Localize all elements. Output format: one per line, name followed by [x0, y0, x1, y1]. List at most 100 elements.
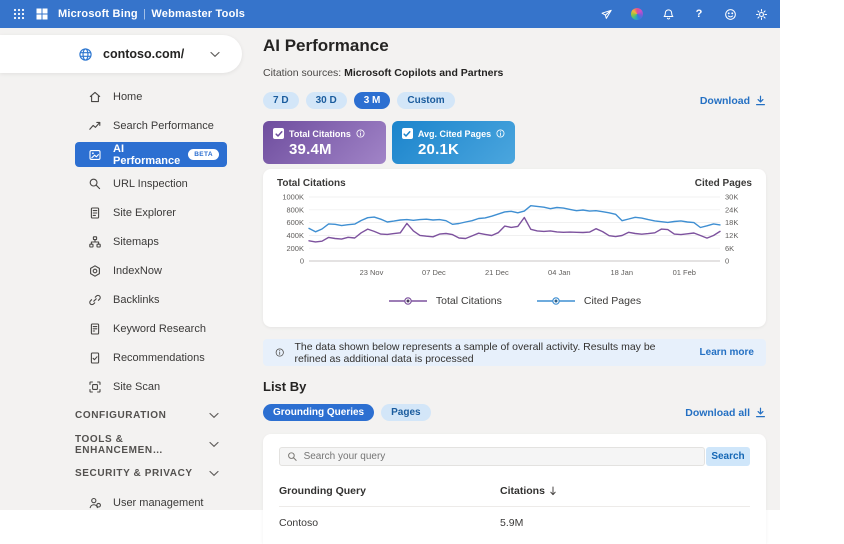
info-icon[interactable]: [496, 129, 505, 138]
svg-text:800K: 800K: [286, 205, 304, 214]
sidebar-item-label: Backlinks: [113, 294, 159, 306]
info-icon: [275, 346, 284, 359]
globe-icon: [78, 47, 93, 62]
notifications-bell-icon[interactable]: [661, 7, 675, 21]
waffle-menu-icon[interactable]: [12, 7, 26, 21]
queries-table-card: Search Grounding Query Citations Contoso…: [263, 434, 766, 544]
legend-total-citations[interactable]: Total Citations: [388, 295, 502, 307]
chevron-down-icon: [209, 441, 219, 448]
sidebar-item-indexnow[interactable]: IndexNow: [0, 256, 255, 285]
legend-marker-purple: [388, 296, 428, 306]
keyword-research-icon: [88, 322, 102, 336]
search-box[interactable]: [279, 447, 705, 466]
sidebar-item-label: IndexNow: [113, 265, 162, 277]
left-axis-title: Total Citations: [277, 178, 346, 189]
site-selector[interactable]: contoso.com/: [0, 35, 242, 73]
brand-name[interactable]: Microsoft Bing | Webmaster Tools: [58, 8, 245, 20]
smiley-feedback-icon[interactable]: [723, 7, 737, 21]
filter-7d[interactable]: 7 D: [263, 92, 299, 109]
section-label: CONFIGURATION: [75, 410, 167, 421]
info-icon[interactable]: [356, 129, 365, 138]
help-icon[interactable]: ?: [692, 7, 706, 21]
sidebar-item-label: URL Inspection: [113, 178, 188, 190]
site-domain: contoso.com/: [103, 47, 184, 61]
citation-sources: Citation sources: Microsoft Copilots and…: [263, 67, 766, 79]
document-icon: [88, 206, 102, 220]
sidebar-item-label: Site Scan: [113, 381, 160, 393]
filter-3m[interactable]: 3 M: [354, 92, 391, 109]
svg-text:1000K: 1000K: [282, 193, 304, 202]
sidebar-item-backlinks[interactable]: Backlinks: [0, 285, 255, 314]
svg-text:23 Nov: 23 Nov: [360, 268, 384, 277]
right-axis-title: Cited Pages: [695, 178, 752, 189]
sidebar-item-label: Sitemaps: [113, 236, 159, 248]
feedback-send-icon[interactable]: [599, 7, 613, 21]
tab-pages[interactable]: Pages: [381, 404, 430, 421]
top-bar: Microsoft Bing | Webmaster Tools ?: [0, 0, 780, 28]
filter-custom[interactable]: Custom: [397, 92, 454, 109]
sidebar-item-search-performance[interactable]: Search Performance: [0, 111, 255, 140]
svg-text:24K: 24K: [725, 205, 738, 214]
tab-grounding-queries[interactable]: Grounding Queries: [263, 404, 374, 421]
sitemap-icon: [88, 235, 102, 249]
search-icon: [287, 451, 298, 462]
sidebar-section-configuration[interactable]: CONFIGURATION: [0, 401, 255, 430]
sidebar-item-site-scan[interactable]: Site Scan: [0, 372, 255, 401]
sort-descending-icon[interactable]: [549, 486, 557, 496]
avg-cited-pages-card[interactable]: Avg. Cited Pages 20.1K: [392, 121, 515, 164]
download-all-button[interactable]: Download all: [685, 407, 766, 419]
column-citations[interactable]: Citations: [500, 485, 750, 497]
search-button[interactable]: Search: [706, 447, 750, 466]
ai-performance-icon: [88, 148, 102, 162]
copilot-icon[interactable]: [630, 7, 644, 21]
svg-text:30K: 30K: [725, 193, 738, 202]
total-citations-card[interactable]: Total Citations 39.4M: [263, 121, 386, 164]
sidebar-item-label: Keyword Research: [113, 323, 206, 335]
sidebar-section-tools-enhancements[interactable]: TOOLS & ENHANCEMEN…: [0, 430, 255, 459]
sidebar-item-home[interactable]: Home: [0, 82, 255, 111]
chart-card: Total Citations Cited Pages 00200K6K400K…: [263, 169, 766, 327]
metric-label: Avg. Cited Pages: [418, 129, 491, 139]
sidebar-item-label: Search Performance: [113, 120, 214, 132]
column-grounding-query[interactable]: Grounding Query: [279, 485, 366, 497]
sidebar-item-label: Recommendations: [113, 352, 205, 364]
recommendations-icon: [88, 351, 102, 365]
sidebar-item-label: AI Performance: [113, 143, 188, 167]
checkbox-checked-icon[interactable]: [273, 128, 284, 139]
download-button[interactable]: Download: [700, 95, 766, 107]
date-filter-row: 7 D 30 D 3 M Custom Download: [263, 92, 766, 109]
list-by-title: List By: [263, 379, 766, 394]
table-row[interactable]: Contoso 5.9M: [279, 517, 750, 529]
sidebar-item-url-inspection[interactable]: URL Inspection: [0, 169, 255, 198]
checkbox-checked-icon[interactable]: [402, 128, 413, 139]
banner-text: The data shown below represents a sample…: [294, 341, 689, 365]
sidebar-nav: Home Search Performance AI Performance B…: [0, 82, 255, 517]
sidebar-item-recommendations[interactable]: Recommendations: [0, 343, 255, 372]
citation-sources-value: Microsoft Copilots and Partners: [344, 67, 503, 79]
search-input[interactable]: [304, 451, 697, 462]
settings-gear-icon[interactable]: [754, 7, 768, 21]
sidebar-item-site-explorer[interactable]: Site Explorer: [0, 198, 255, 227]
svg-text:6K: 6K: [725, 244, 734, 253]
metric-value: 39.4M: [289, 141, 376, 158]
list-by-tabs: Grounding Queries Pages Download all: [263, 404, 766, 421]
chevron-down-icon: [209, 412, 219, 419]
filter-30d[interactable]: 30 D: [306, 92, 347, 109]
sidebar-item-keyword-research[interactable]: Keyword Research: [0, 314, 255, 343]
sidebar-item-user-management[interactable]: User management: [0, 488, 255, 517]
legend-cited-pages[interactable]: Cited Pages: [536, 295, 641, 307]
table-header: Grounding Query Citations: [279, 485, 750, 497]
sidebar-item-label: User management: [113, 497, 204, 509]
metric-label: Total Citations: [289, 129, 351, 139]
download-icon: [755, 407, 766, 418]
sidebar-item-ai-performance[interactable]: AI Performance BETA: [75, 142, 227, 167]
legend-marker-blue: [536, 296, 576, 306]
line-chart[interactable]: 00200K6K400K12K600K18K800K24K1000K30K23 …: [277, 189, 752, 293]
home-icon: [88, 90, 102, 104]
metric-value: 20.1K: [418, 141, 505, 158]
svg-text:21 Dec: 21 Dec: [485, 268, 509, 277]
row-query: Contoso: [279, 517, 318, 529]
learn-more-link[interactable]: Learn more: [700, 347, 754, 358]
sidebar-item-sitemaps[interactable]: Sitemaps: [0, 227, 255, 256]
sidebar-section-security-privacy[interactable]: SECURITY & PRIVACY: [0, 459, 255, 488]
